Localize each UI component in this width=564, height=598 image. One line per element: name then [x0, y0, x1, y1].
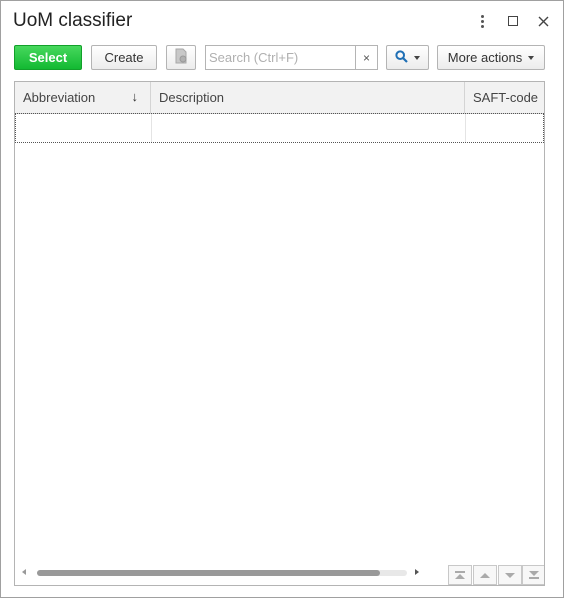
more-actions-label: More actions — [447, 50, 523, 65]
scroll-down-button[interactable] — [498, 565, 522, 585]
scroll-up-button[interactable] — [473, 565, 497, 585]
search-button[interactable] — [386, 45, 429, 70]
copy-button[interactable] — [166, 45, 196, 70]
magnifier-icon — [395, 49, 408, 66]
uom-classifier-window: UoM classifier Select Create × More — [0, 0, 564, 598]
chevron-down-icon — [528, 56, 535, 60]
close-icon[interactable] — [534, 11, 552, 31]
column-label: SAFT-code — [473, 90, 539, 105]
search-input[interactable] — [206, 46, 356, 69]
up-icon — [480, 572, 490, 578]
table-row[interactable] — [15, 113, 544, 143]
go-to-first-button[interactable] — [448, 565, 472, 585]
down-icon — [505, 572, 515, 578]
copy-document-icon — [174, 48, 188, 67]
go-to-last-button[interactable] — [522, 565, 544, 585]
uom-table: Abbreviation ↓ Description SAFT-code — [14, 81, 545, 586]
search-clear-button[interactable]: × — [355, 46, 377, 69]
column-header-saft-code[interactable]: SAFT-code — [465, 82, 544, 113]
select-button[interactable]: Select — [14, 45, 82, 70]
create-button[interactable]: Create — [91, 45, 157, 70]
horizontal-scrollbar[interactable] — [15, 563, 443, 585]
search-field: × — [205, 45, 378, 70]
table-header: Abbreviation ↓ Description SAFT-code — [15, 82, 544, 114]
scroll-right-icon[interactable] — [415, 569, 419, 575]
column-label: Description — [159, 90, 225, 105]
first-icon — [455, 571, 465, 579]
sort-arrow-icon: ↓ — [131, 89, 139, 104]
more-actions-button[interactable]: More actions — [437, 45, 545, 70]
column-header-abbreviation[interactable]: Abbreviation ↓ — [15, 82, 151, 113]
scroll-left-icon[interactable] — [22, 569, 26, 575]
chevron-down-icon — [414, 56, 420, 60]
last-icon — [529, 571, 539, 579]
column-header-description[interactable]: Description — [151, 82, 465, 113]
cell-divider — [151, 114, 152, 142]
column-label: Abbreviation — [23, 90, 96, 105]
cell-divider — [465, 114, 466, 142]
more-options-icon[interactable] — [473, 11, 491, 31]
scroll-thumb[interactable] — [37, 570, 380, 576]
maximize-icon[interactable] — [504, 11, 522, 31]
window-title: UoM classifier — [13, 10, 133, 31]
